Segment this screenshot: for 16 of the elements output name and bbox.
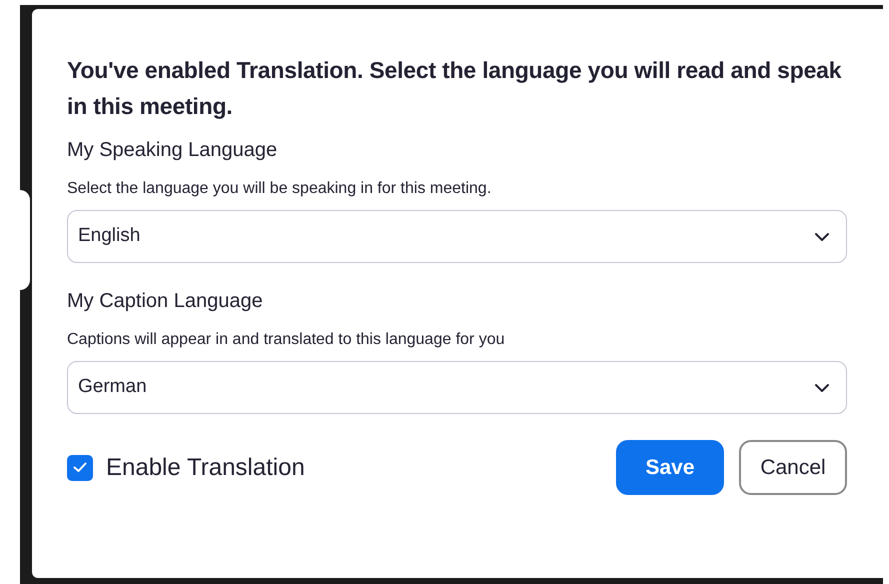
save-button[interactable]: Save bbox=[616, 440, 724, 495]
checkbox-label: Enable Translation bbox=[106, 452, 305, 482]
chevron-down-icon bbox=[814, 382, 830, 392]
checkmark-icon bbox=[73, 462, 87, 473]
language-select[interactable]: German bbox=[67, 361, 847, 414]
chevron-down-icon bbox=[814, 232, 830, 242]
section-description: Captions will appear in and translated to this language for you bbox=[67, 330, 506, 350]
select-value: English bbox=[78, 224, 140, 248]
checkbox[interactable] bbox=[67, 454, 93, 480]
section-label: My Caption Language bbox=[67, 289, 264, 314]
section-description: Select the language you will be speaking in for this meeting. bbox=[67, 179, 492, 199]
language-select[interactable]: English bbox=[67, 210, 847, 263]
select-value: German bbox=[78, 375, 147, 400]
section-label: My Speaking Language bbox=[67, 138, 278, 163]
dialog-title: You've enabled Translation. Select the language you will read and speak in this meeting. bbox=[67, 56, 842, 121]
cancel-button[interactable]: Cancel bbox=[739, 440, 847, 495]
